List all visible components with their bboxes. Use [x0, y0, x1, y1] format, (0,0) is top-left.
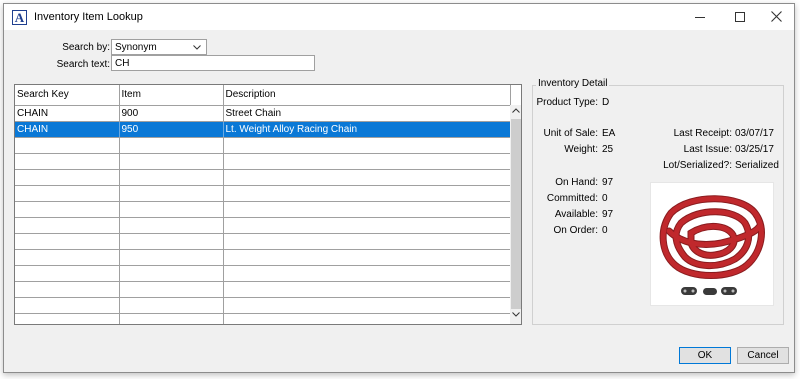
on-order-label: On Order:	[553, 225, 598, 236]
empty-row[interactable]	[15, 313, 511, 324]
empty-row[interactable]	[15, 233, 511, 250]
column-header-description[interactable]: Description	[223, 85, 511, 106]
window-title: Inventory Item Lookup	[34, 11, 143, 23]
minimize-button[interactable]	[680, 4, 720, 30]
scroll-up-icon[interactable]	[512, 108, 520, 113]
last-receipt-value: 03/07/17	[735, 128, 774, 139]
search-by-value: Synonym	[115, 42, 157, 53]
table-row[interactable]: CHAIN 900 Street Chain	[15, 105, 511, 122]
inventory-detail-legend: Inventory Detail	[536, 78, 610, 89]
unit-of-sale-value: EA	[602, 128, 616, 139]
empty-row[interactable]	[15, 265, 511, 282]
weight-value: 25	[602, 144, 614, 155]
bike-chain-picture	[659, 195, 765, 295]
app-logo-icon: A	[12, 10, 27, 25]
last-issue-label: Last Issue:	[683, 144, 732, 155]
grid-scrollbar[interactable]	[510, 105, 521, 324]
scroll-down-icon[interactable]	[512, 312, 520, 317]
empty-row[interactable]	[15, 249, 511, 266]
empty-row[interactable]	[15, 185, 511, 202]
search-text-input[interactable]: CH	[111, 55, 315, 71]
inventory-lookup-window: A Inventory Item Lookup Search by: Synon…	[3, 3, 795, 373]
available-value: 97	[602, 209, 614, 220]
cell-search-key: CHAIN	[15, 121, 120, 138]
empty-row[interactable]	[15, 153, 511, 170]
lot-serialized-value: Serialized	[735, 160, 779, 171]
empty-row[interactable]	[15, 217, 511, 234]
column-header-search-key[interactable]: Search Key	[15, 85, 120, 106]
grid-header-row: Search Key Item Description	[15, 85, 511, 106]
product-image	[650, 182, 774, 306]
search-text-label: Search text:	[56, 59, 110, 70]
product-type-value: D	[602, 97, 610, 108]
cell-description: Street Chain	[223, 105, 511, 122]
last-issue-value: 03/25/17	[735, 144, 774, 155]
cell-search-key: CHAIN	[15, 105, 120, 122]
last-receipt-label: Last Receipt:	[673, 128, 732, 139]
weight-label: Weight:	[564, 144, 598, 155]
search-by-label: Search by:	[62, 42, 110, 53]
cell-item: 950	[119, 121, 224, 138]
table-row-selected[interactable]: CHAIN 950 Lt. Weight Alloy Racing Chain	[15, 121, 511, 138]
title-bar: A Inventory Item Lookup	[4, 4, 794, 30]
empty-row[interactable]	[15, 281, 511, 298]
search-text-value: CH	[115, 58, 130, 69]
scroll-thumb[interactable]	[511, 119, 521, 309]
maximize-button[interactable]	[720, 4, 760, 30]
available-label: Available:	[554, 209, 598, 220]
search-by-select[interactable]: Synonym	[111, 39, 207, 55]
on-hand-label: On Hand:	[555, 177, 598, 188]
empty-row[interactable]	[15, 169, 511, 186]
committed-value: 0	[602, 193, 608, 204]
close-button[interactable]	[756, 4, 796, 30]
results-grid: Search Key Item Description CHAIN 900 St…	[14, 84, 522, 325]
cancel-button[interactable]: Cancel	[737, 347, 789, 364]
cell-item: 900	[119, 105, 224, 122]
empty-row[interactable]	[15, 297, 511, 314]
lot-serialized-label: Lot/Serialized?:	[663, 160, 732, 171]
cell-description: Lt. Weight Alloy Racing Chain	[223, 121, 511, 138]
chevron-down-icon	[193, 45, 201, 50]
on-hand-value: 97	[602, 177, 614, 188]
ok-button[interactable]: OK	[679, 347, 731, 364]
empty-row[interactable]	[15, 201, 511, 218]
committed-label: Committed:	[546, 193, 598, 204]
empty-row[interactable]	[15, 137, 511, 154]
on-order-value: 0	[602, 225, 608, 236]
column-header-item[interactable]: Item	[119, 85, 224, 106]
product-type-label: Product Type:	[536, 97, 598, 108]
close-icon	[770, 11, 782, 22]
unit-of-sale-label: Unit of Sale:	[543, 128, 598, 139]
